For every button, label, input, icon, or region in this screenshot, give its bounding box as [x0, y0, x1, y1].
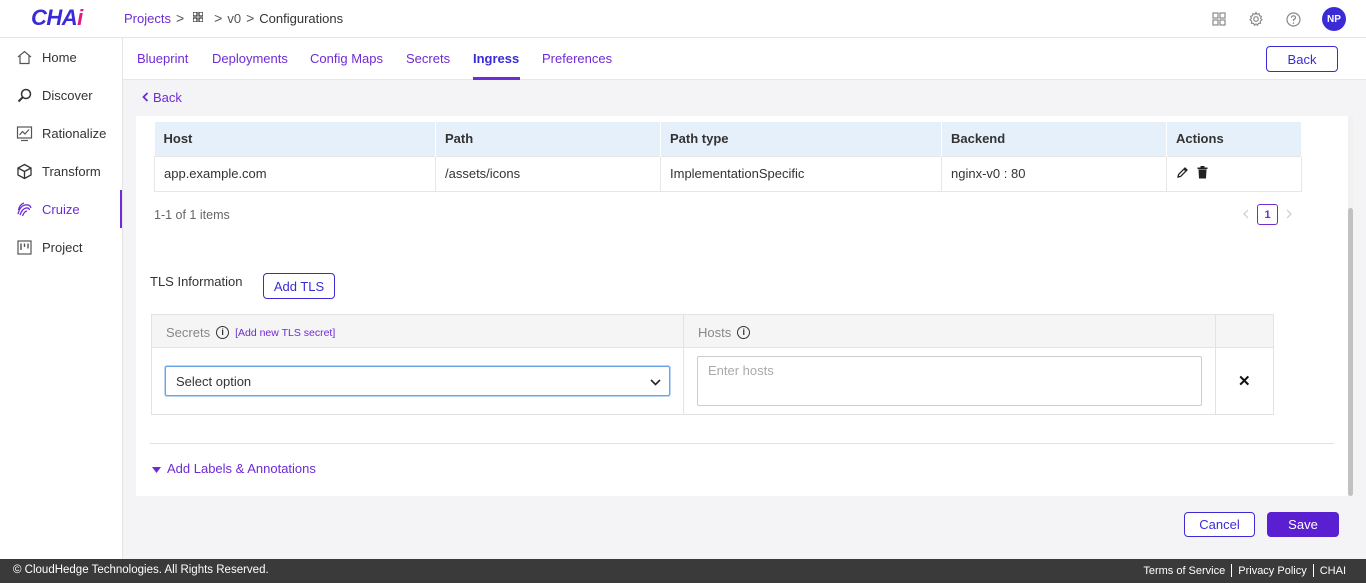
chevron-left-icon: [142, 90, 149, 105]
hosts-header-label: Hosts: [698, 325, 732, 340]
tab-ingress[interactable]: Ingress: [473, 51, 519, 66]
discover-icon: [16, 87, 33, 104]
cell-actions: [1166, 155, 1302, 192]
breadcrumb-separator: >: [214, 10, 223, 26]
tab-secrets[interactable]: Secrets: [406, 51, 450, 66]
cell-path: /assets/icons: [435, 155, 661, 192]
home-icon: [16, 49, 33, 66]
transform-icon: [16, 163, 33, 180]
info-icon[interactable]: i: [737, 326, 751, 339]
back-button[interactable]: Back: [1266, 46, 1338, 72]
rationalize-icon: [16, 125, 33, 142]
sidebar-item-transform[interactable]: Transform: [0, 152, 122, 190]
sidebar: Home Discover Rationalize Transform Crui…: [0, 38, 123, 559]
cell-backend: nginx-v0 : 80: [941, 155, 1167, 192]
labels-annotations-toggle[interactable]: Add Labels & Annotations: [152, 461, 316, 476]
back-link[interactable]: Back: [142, 90, 182, 105]
chai-logo[interactable]: CHAi: [31, 5, 83, 31]
secret-select[interactable]: Select option: [165, 366, 670, 396]
section-divider: [150, 443, 1334, 444]
pagination: 1: [1243, 204, 1292, 225]
tls-hosts-header: Hosts i: [698, 325, 751, 340]
sidebar-item-home[interactable]: Home: [0, 38, 122, 76]
sidebar-item-label: Discover: [42, 87, 93, 103]
sidebar-item-label: Project: [42, 239, 83, 255]
cell-path-type: ImplementationSpecific: [660, 155, 942, 192]
column-divider: [1215, 315, 1216, 414]
breadcrumb-current: Configurations: [259, 10, 344, 26]
sidebar-item-project[interactable]: Project: [0, 228, 122, 266]
edit-pencil-icon[interactable]: [1176, 166, 1189, 182]
settings-gear-icon[interactable]: [1248, 11, 1264, 27]
table-header-row: Host Path Path type Backend Actions: [154, 122, 1302, 156]
breadcrumb-version[interactable]: v0: [227, 11, 241, 26]
sidebar-item-label: Rationalize: [42, 125, 107, 141]
column-header-path-type: Path type: [660, 122, 942, 156]
footer: © CloudHedge Technologies. All Rights Re…: [0, 559, 1366, 583]
hosts-input[interactable]: Enter hosts: [697, 356, 1202, 406]
scrollbar-thumb[interactable]: [1348, 208, 1353, 496]
chevron-down-icon: [650, 374, 661, 389]
copyright-text: © CloudHedge Technologies. All Rights Re…: [13, 564, 269, 576]
help-icon[interactable]: [1285, 11, 1301, 27]
remove-row-icon[interactable]: ✕: [1238, 372, 1251, 390]
labels-toggle-label: Add Labels & Annotations: [167, 461, 316, 476]
sidebar-item-label: Cruize: [42, 201, 80, 217]
tab-preferences[interactable]: Preferences: [542, 51, 612, 66]
prev-page-icon[interactable]: [1243, 208, 1249, 222]
sidebar-item-label: Transform: [42, 163, 101, 179]
cruize-icon: [16, 201, 33, 218]
caret-down-icon: [152, 461, 161, 476]
tls-secrets-header: Secrets i [Add new TLS secret]: [166, 325, 335, 340]
tls-table: Secrets i [Add new TLS secret] Hosts i S…: [151, 314, 1274, 415]
next-page-icon[interactable]: [1286, 208, 1292, 222]
table-row: app.example.com /assets/icons Implementa…: [154, 155, 1302, 192]
column-header-actions: Actions: [1166, 122, 1302, 156]
save-button[interactable]: Save: [1267, 512, 1339, 537]
add-tls-button[interactable]: Add TLS: [263, 273, 335, 299]
sidebar-item-cruize[interactable]: Cruize: [0, 190, 122, 228]
user-avatar[interactable]: NP: [1322, 7, 1346, 31]
info-icon[interactable]: i: [216, 326, 230, 339]
privacy-link[interactable]: Privacy Policy: [1232, 565, 1312, 577]
delete-trash-icon[interactable]: [1197, 165, 1208, 182]
apps-grid-icon[interactable]: [1211, 11, 1227, 27]
secret-select-value: Select option: [176, 373, 252, 389]
breadcrumb-separator: >: [246, 10, 255, 26]
column-header-backend: Backend: [941, 122, 1167, 156]
cell-host: app.example.com: [154, 155, 436, 192]
ingress-table: Host Path Path type Backend Actions app.…: [154, 122, 1302, 192]
column-header-path: Path: [435, 122, 661, 156]
top-bar: CHAi Projects > > v0 > Configurations NP: [0, 0, 1366, 38]
column-divider: [683, 315, 684, 414]
back-link-label: Back: [153, 90, 182, 105]
tab-deployments[interactable]: Deployments: [212, 51, 288, 66]
tab-blueprint[interactable]: Blueprint: [137, 51, 188, 66]
breadcrumb: Projects > > v0 > Configurations: [124, 10, 343, 26]
cancel-button[interactable]: Cancel: [1184, 512, 1255, 537]
breadcrumb-separator: >: [175, 10, 185, 26]
sidebar-item-rationalize[interactable]: Rationalize: [0, 114, 122, 152]
sidebar-item-discover[interactable]: Discover: [0, 76, 122, 114]
ingress-card: Host Path Path type Backend Actions app.…: [136, 116, 1349, 496]
breadcrumb-projects[interactable]: Projects: [124, 11, 171, 26]
tab-config-maps[interactable]: Config Maps: [310, 51, 383, 66]
footer-brand: CHAI: [1319, 564, 1346, 577]
project-icon: [16, 239, 33, 256]
main-content: Blueprint Deployments Config Maps Secret…: [123, 38, 1366, 559]
column-header-host: Host: [154, 122, 436, 156]
add-tls-secret-link[interactable]: [Add new TLS secret]: [235, 327, 335, 339]
sidebar-item-label: Home: [42, 49, 77, 65]
secrets-header-label: Secrets: [166, 325, 211, 340]
active-tab-indicator: [473, 77, 520, 80]
top-icons: NP: [1211, 7, 1346, 31]
terms-link[interactable]: Terms of Service: [1137, 565, 1231, 577]
footer-links: Terms of Service Privacy Policy CHAI: [1137, 564, 1352, 577]
tls-section-title: TLS Information: [150, 274, 243, 289]
items-count: 1-1 of 1 items: [154, 208, 230, 222]
project-grid-icon[interactable]: [192, 10, 204, 25]
tabs-bar: Blueprint Deployments Config Maps Secret…: [123, 38, 1366, 80]
page-number[interactable]: 1: [1257, 204, 1278, 225]
